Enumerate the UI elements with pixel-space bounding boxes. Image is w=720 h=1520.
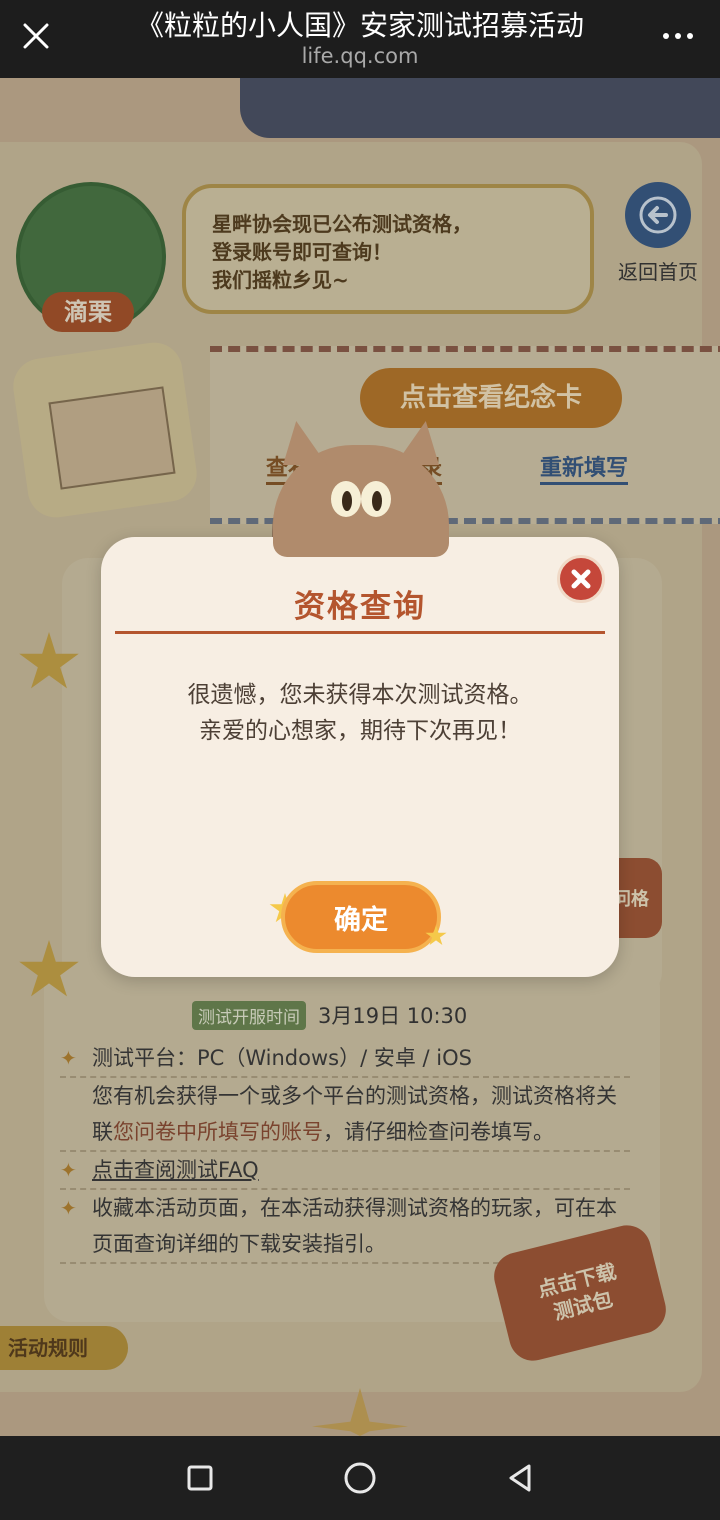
system-nav-bar: [0, 1436, 720, 1520]
more-options-button[interactable]: [650, 14, 706, 58]
square-icon: [187, 1465, 213, 1491]
modal-divider: [115, 631, 605, 634]
message-line: 亲爱的心想家，期待下次再见！: [199, 718, 521, 744]
triangle-back-icon: [509, 1464, 531, 1492]
page-url: life.qq.com: [301, 44, 419, 68]
more-dots-icon: [663, 33, 669, 39]
page-title: 《粒粒的小人国》安家测试招募活动: [135, 9, 584, 42]
modal-close-button[interactable]: [557, 555, 605, 603]
cat-mascot-icon: [273, 421, 449, 557]
message-line: 很遗憾，您未获得本次测试资格。: [187, 682, 533, 708]
recents-button[interactable]: [178, 1456, 222, 1500]
browser-top-bar: 《粒粒的小人国》安家测试招募活动 life.qq.com: [0, 0, 720, 78]
home-button[interactable]: [338, 1456, 382, 1500]
back-button[interactable]: [498, 1456, 542, 1500]
modal-title: 资格查询: [294, 589, 426, 625]
close-icon: [571, 569, 591, 589]
qualification-modal: 资格查询 很遗憾，您未获得本次测试资格。 亲爱的心想家，期待下次再见！ 确定: [101, 421, 619, 977]
modal-message: 很遗憾，您未获得本次测试资格。 亲爱的心想家，期待下次再见！: [101, 677, 619, 749]
confirm-button[interactable]: 确定: [281, 881, 441, 953]
circle-icon: [344, 1462, 376, 1494]
